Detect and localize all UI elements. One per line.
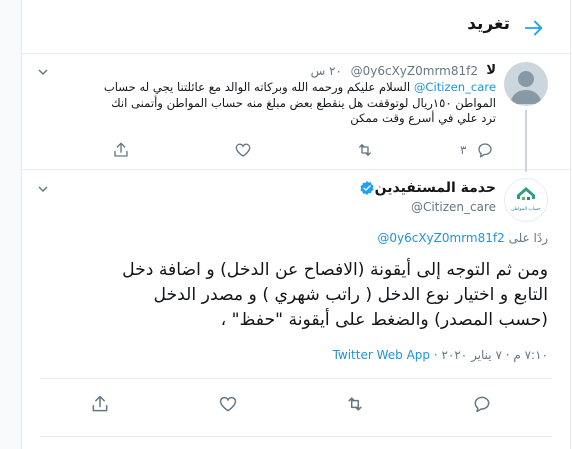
heart-icon: [219, 396, 237, 412]
share-button[interactable]: [90, 394, 110, 414]
replying-to: ردًا على @0y6cXyZ0mrm81f2: [377, 231, 548, 245]
header: تغريد: [22, 0, 570, 54]
tweet-meta: ٧:١٠ م · ٧ يناير ٢٠٢٠ · Twitter Web App: [333, 348, 548, 362]
reply-button[interactable]: [472, 394, 492, 414]
comment-icon: [478, 143, 492, 158]
reply-button[interactable]: [476, 141, 494, 159]
tweet-text-line: التابع و اختيار نوع الدخل ( راتب شهري ) …: [153, 285, 548, 305]
like-button[interactable]: [234, 141, 252, 159]
heart-icon: [235, 143, 251, 157]
tweet-text-line: ترد علي في أسرع وقت ممكن: [350, 111, 496, 125]
comment-icon: [474, 396, 490, 413]
tweet-column: تغريد لا @0y6cXyZ0mrm81f2 ٢٠ س @Citizen_…: [21, 0, 571, 449]
author-name[interactable]: لا: [486, 63, 496, 78]
logo-caption: حساب المواطن: [511, 207, 541, 212]
back-arrow-icon[interactable]: [523, 17, 545, 39]
divider: [40, 378, 552, 379]
tweet-text-line: المواطن ١٥٠ريال لوتوقفت هل ينقطع بعض مبل…: [111, 95, 496, 110]
tweet-text-line: ومن ثم التوجه إلى أيقونة (الافصاح عن الد…: [122, 260, 548, 280]
page-title: تغريد: [467, 14, 510, 34]
avatar[interactable]: حساب المواطن: [504, 178, 548, 222]
divider: [40, 436, 552, 437]
tweet-timestamp[interactable]: ٧:١٠ م · ٧ يناير ٢٠٢٠ ·: [430, 348, 548, 362]
retweet-icon: [359, 144, 371, 156]
chevron-down-icon[interactable]: [36, 182, 50, 196]
share-icon: [92, 395, 108, 412]
like-button[interactable]: [218, 394, 238, 414]
author-name[interactable]: حدمة المستفيدين: [375, 180, 496, 196]
author-handle[interactable]: @0y6cXyZ0mrm81f2: [351, 64, 478, 78]
avatar[interactable]: [504, 62, 548, 106]
citizen-account-logo-icon: حساب المواطن: [511, 187, 541, 212]
main-tweet: حساب المواطن حدمة المستفيدين @Citizen_ca…: [22, 170, 570, 449]
tweet-text: @Citizen_care السلام عليكم ورحمه الله وب…: [76, 80, 496, 127]
tweet-text: ومن ثم التوجه إلى أيقونة (الافصاح عن الد…: [40, 258, 548, 333]
reply-tweet[interactable]: لا @0y6cXyZ0mrm81f2 ٢٠ س @Citizen_care ا…: [22, 54, 570, 172]
chevron-down-icon[interactable]: [36, 65, 50, 79]
tweet-source[interactable]: Twitter Web App: [333, 348, 430, 362]
tweet-actions: [90, 394, 490, 416]
tweet-text-line: (حسب المصدر) والضغط على أيقونة "حفظ" ،: [220, 310, 548, 330]
mention-link[interactable]: @Citizen_care: [414, 80, 496, 94]
author-handle[interactable]: @Citizen_care: [411, 200, 496, 214]
tweet-actions: ٣: [110, 141, 500, 163]
thread-line: [525, 110, 527, 172]
default-avatar-icon: [510, 71, 542, 104]
mention-link[interactable]: @0y6cXyZ0mrm81f2: [377, 231, 504, 245]
share-icon: [114, 142, 128, 157]
tweet-time[interactable]: ٢٠ س: [311, 64, 342, 78]
replying-prefix: ردًا على: [508, 231, 548, 245]
verified-badge-icon: [360, 181, 374, 195]
retweet-button[interactable]: [356, 141, 374, 159]
retweet-button[interactable]: [345, 394, 365, 414]
retweet-icon: [348, 397, 362, 411]
share-button[interactable]: [112, 141, 130, 159]
tweet-text-line: السلام عليكم ورحمه الله وبركاته الوالد م…: [103, 80, 411, 94]
reply-count: ٣: [460, 143, 467, 157]
